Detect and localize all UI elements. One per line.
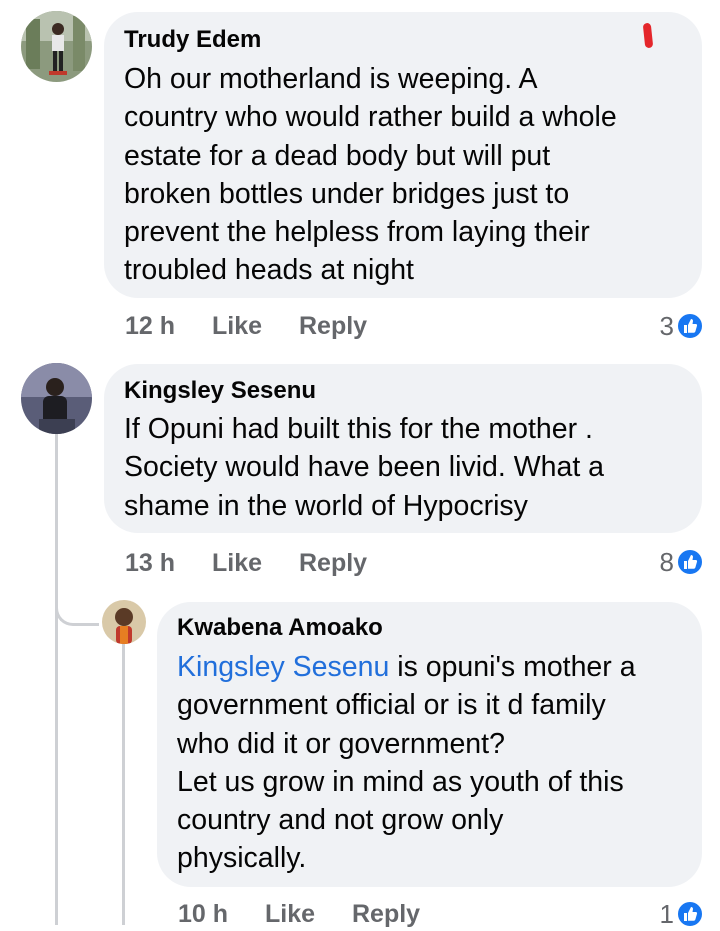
reaction-summary[interactable]: 3 <box>600 309 704 343</box>
comment-text: Oh our motherland is weeping. A country … <box>124 63 617 287</box>
reaction-summary[interactable]: 1 <box>600 897 704 931</box>
like-button[interactable]: Like <box>265 897 315 931</box>
reaction-summary[interactable]: 8 <box>600 545 704 579</box>
avatar-photo <box>21 11 92 82</box>
comment-timestamp[interactable]: 10 h <box>178 897 228 931</box>
comment-timestamp[interactable]: 12 h <box>125 309 175 343</box>
comment-author[interactable]: Kwabena Amoako <box>177 613 682 643</box>
avatar[interactable] <box>21 11 92 82</box>
like-thumb-icon <box>676 900 704 928</box>
reply-bubble: Kwabena Amoako Kingsley Sesenu is opuni'… <box>157 602 702 887</box>
comment-author[interactable]: Trudy Edem <box>124 25 682 55</box>
comment-author[interactable]: Kingsley Sesenu <box>124 376 682 406</box>
avatar-photo <box>102 600 146 644</box>
avatar[interactable] <box>21 363 92 434</box>
like-thumb-icon <box>676 548 704 576</box>
reply-button[interactable]: Reply <box>299 309 367 343</box>
reaction-count: 3 <box>659 311 674 341</box>
comment-text-body: is opuni's mother a government official … <box>177 651 636 875</box>
avatar[interactable] <box>102 600 146 644</box>
reply-button[interactable]: Reply <box>299 546 367 580</box>
reply-button[interactable]: Reply <box>352 897 420 931</box>
like-button[interactable]: Like <box>212 546 262 580</box>
comment-text: If Opuni had built this for the mother .… <box>124 413 605 522</box>
reaction-count: 8 <box>659 547 674 577</box>
avatar-photo <box>21 363 92 434</box>
reaction-count: 1 <box>659 899 674 929</box>
like-button[interactable]: Like <box>212 309 262 343</box>
like-thumb-icon <box>676 312 704 340</box>
thread-line <box>55 434 58 925</box>
comment-timestamp[interactable]: 13 h <box>125 546 175 580</box>
comment-text: Kingsley Sesenu is opuni's mother a gove… <box>177 648 682 878</box>
comment-bubble: Trudy Edem Oh our motherland is weeping.… <box>104 12 702 298</box>
thread-connector <box>55 604 99 626</box>
thread-line-nested <box>122 644 125 925</box>
mention-link[interactable]: Kingsley Sesenu <box>177 651 389 683</box>
comment-bubble: Kingsley Sesenu If Opuni had built this … <box>104 364 702 533</box>
